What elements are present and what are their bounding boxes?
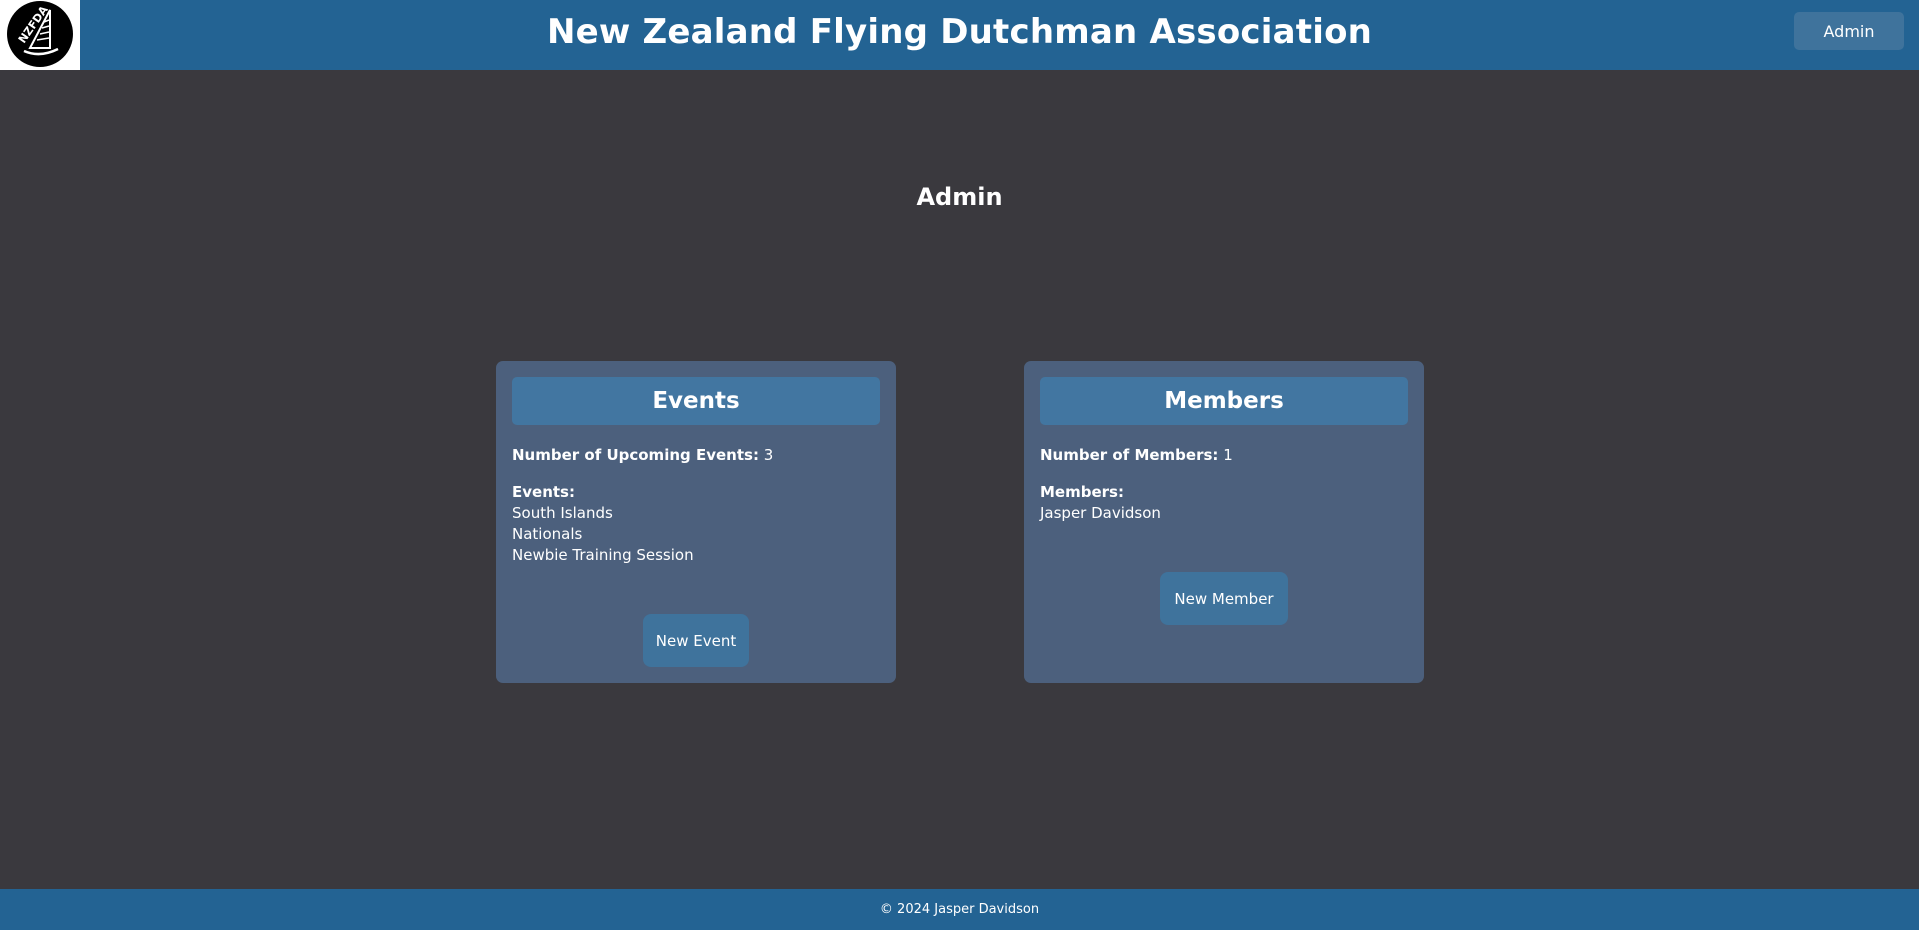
page-title: Admin xyxy=(916,183,1003,211)
events-card: Events Number of Upcoming Events: 3 Even… xyxy=(496,361,896,683)
new-event-button[interactable]: New Event xyxy=(643,614,749,667)
site-footer: © 2024 Jasper Davidson xyxy=(0,889,1919,930)
upcoming-events-count: 3 xyxy=(763,446,774,464)
events-list-label: Events: xyxy=(512,483,575,501)
event-item: Nationals xyxy=(512,525,583,543)
member-item: Jasper Davidson xyxy=(1040,504,1161,522)
members-count-label: Number of Members: xyxy=(1040,446,1219,464)
admin-button[interactable]: Admin xyxy=(1794,12,1904,50)
members-card-title: Members xyxy=(1040,377,1408,425)
events-card-title: Events xyxy=(512,377,880,425)
members-list: Members: Jasper Davidson xyxy=(1040,482,1408,524)
members-card: Members Number of Members: 1 Members: Ja… xyxy=(1024,361,1424,683)
upcoming-events-label: Number of Upcoming Events: xyxy=(512,446,759,464)
copyright-text: © 2024 Jasper Davidson xyxy=(879,902,1040,917)
event-item: Newbie Training Session xyxy=(512,546,694,564)
members-card-body: Number of Members: 1 Members: Jasper Dav… xyxy=(1040,445,1408,524)
site-title: New Zealand Flying Dutchman Association xyxy=(546,12,1373,52)
upcoming-events-stat: Number of Upcoming Events: 3 xyxy=(512,445,880,466)
new-member-button[interactable]: New Member xyxy=(1160,572,1288,625)
members-list-label: Members: xyxy=(1040,483,1124,501)
members-count: 1 xyxy=(1223,446,1233,464)
site-header: NZFDA New Zealand Flying Dutchman Associ… xyxy=(0,0,1919,70)
events-card-body: Number of Upcoming Events: 3 Events: Sou… xyxy=(512,445,880,566)
event-item: South Islands xyxy=(512,504,613,522)
events-list: Events: South Islands Nationals Newbie T… xyxy=(512,482,880,566)
members-stat: Number of Members: 1 xyxy=(1040,445,1408,466)
